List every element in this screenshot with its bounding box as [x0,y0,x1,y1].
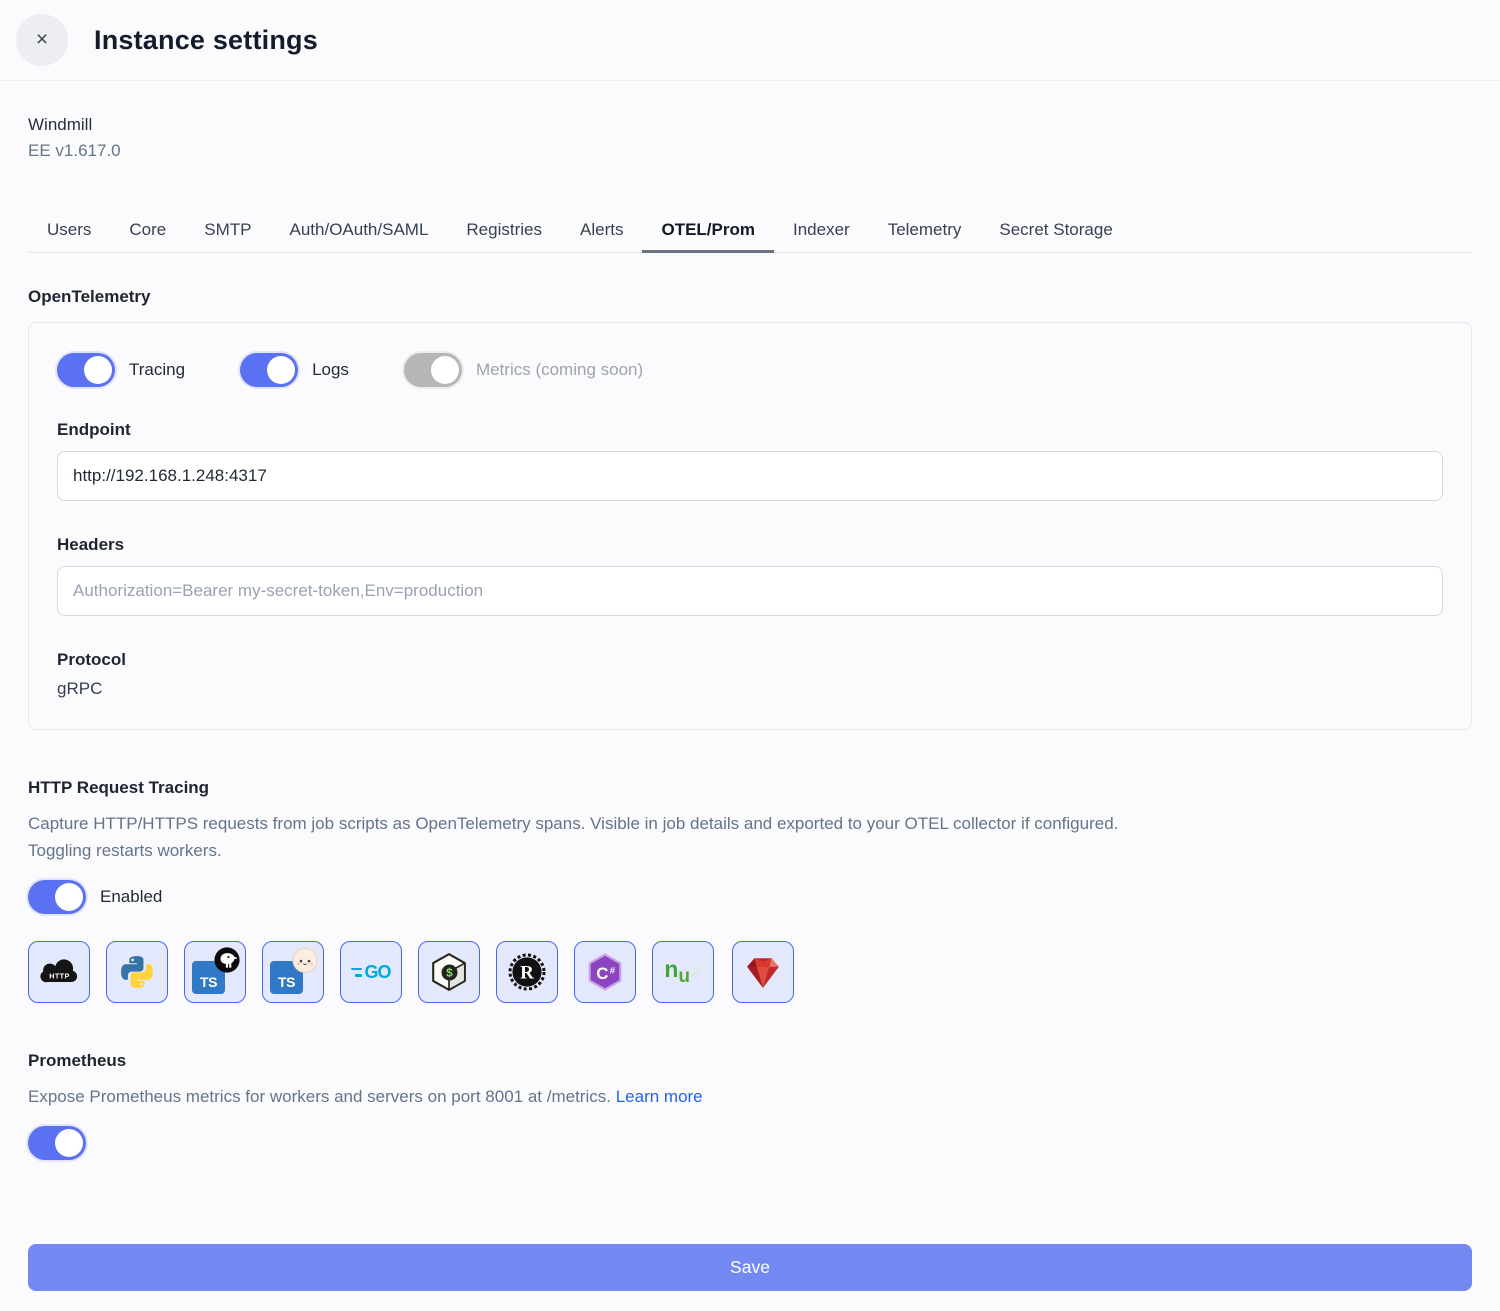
lang-nu-button[interactable]: nu> [652,941,714,1003]
go-letters: GO [364,962,390,983]
http-tracing-description: Capture HTTP/HTTPS requests from job scr… [28,810,1472,864]
otel-toggle-group-0: Tracing [57,353,185,387]
language-button-row: HTTP TS TS GO $ R C# nu> [28,941,1472,1003]
prometheus-toggle[interactable] [28,1126,86,1160]
section-title-prometheus: Prometheus [28,1051,1472,1071]
opentelemetry-panel: Tracing Logs Metrics (coming soon) Endpoin… [28,322,1472,730]
go-icon: GO [351,962,390,983]
page-title: Instance settings [94,25,318,56]
bun-badge-icon [292,947,318,973]
bash-icon: $ [430,952,468,992]
toggle-knob [84,356,112,384]
nu-letter-u: u [678,967,690,986]
svg-text:#: # [610,966,616,977]
save-button[interactable]: Save [28,1244,1472,1291]
otel-toggle-label: Logs [312,360,349,380]
lang-http-button[interactable]: HTTP [28,941,90,1003]
http-tracing-description-line1: Capture HTTP/HTTPS requests from job scr… [28,814,1118,833]
protocol-value: gRPC [57,679,1443,699]
svg-text:C: C [596,964,608,983]
tab-alerts[interactable]: Alerts [561,206,642,253]
svg-text:HTTP: HTTP [49,971,69,980]
close-button[interactable]: × [16,14,68,66]
otel-toggle-label: Metrics (coming soon) [476,360,643,380]
endpoint-input[interactable] [57,451,1443,501]
tab-bar: UsersCoreSMTPAuth/OAuth/SAMLRegistriesAl… [28,206,1472,253]
tab-auth-oauth-saml[interactable]: Auth/OAuth/SAML [271,206,448,253]
svg-text:R: R [520,963,534,984]
toggle-knob [431,356,459,384]
tab-secret-storage[interactable]: Secret Storage [980,206,1131,253]
otel-toggle-group-2: Metrics (coming soon) [404,353,643,387]
nu-letter-n: n [664,958,678,981]
lang-ruby-button[interactable] [732,941,794,1003]
app-version: EE v1.617.0 [28,138,1472,164]
lang-csharp-button[interactable]: C# [574,941,636,1003]
nu-icon: nu> [664,958,701,986]
otel-toggle-group-1: Logs [240,353,349,387]
otel-toggle-tracing[interactable] [57,353,115,387]
tab-telemetry[interactable]: Telemetry [869,206,981,253]
csharp-icon: C# [586,953,624,991]
otel-toggle-row: Tracing Logs Metrics (coming soon) [57,353,1443,387]
prometheus-description: Expose Prometheus metrics for workers an… [28,1083,1472,1110]
tab-smtp[interactable]: SMTP [185,206,270,253]
deno-icon: TS [192,950,238,994]
otel-toggle-metrics [404,353,462,387]
lang-bun-button[interactable]: TS [262,941,324,1003]
toggle-knob [267,356,295,384]
tab-otel-prom[interactable]: OTEL/Prom [642,206,774,253]
deno-badge-icon [214,947,240,973]
app-info: Windmill EE v1.617.0 [28,112,1472,164]
tab-users[interactable]: Users [28,206,110,253]
tab-indexer[interactable]: Indexer [774,206,869,253]
prometheus-toggle-row [28,1126,1472,1160]
section-title-http-tracing: HTTP Request Tracing [28,778,1472,798]
http-tracing-toggle[interactable] [28,880,86,914]
nu-prompt-arrow: > [690,962,702,982]
http-tracing-toggle-row: Enabled [28,880,1472,914]
endpoint-label: Endpoint [57,420,1443,440]
http-icon: HTTP [38,959,80,986]
lang-go-button[interactable]: GO [340,941,402,1003]
svg-text:$: $ [446,968,453,981]
app-name: Windmill [28,112,1472,138]
bun-icon: TS [270,950,316,994]
headers-label: Headers [57,535,1443,555]
otel-toggle-logs[interactable] [240,353,298,387]
modal-content: Windmill EE v1.617.0 UsersCoreSMTPAuth/O… [0,112,1500,1160]
otel-toggle-label: Tracing [129,360,185,380]
ruby-icon [744,954,782,990]
lang-rust-button[interactable]: R [496,941,558,1003]
section-title-opentelemetry: OpenTelemetry [28,287,1472,307]
learn-more-link[interactable]: Learn more [616,1087,703,1106]
lang-python-button[interactable] [106,941,168,1003]
tab-core[interactable]: Core [110,206,185,253]
headers-input[interactable] [57,566,1443,616]
python-icon [119,954,155,990]
lang-deno-button[interactable]: TS [184,941,246,1003]
rust-icon: R [507,952,547,992]
prometheus-description-text: Expose Prometheus metrics for workers an… [28,1087,611,1106]
http-tracing-toggle-label: Enabled [100,887,162,907]
toggle-knob [55,1129,83,1157]
tab-registries[interactable]: Registries [447,206,561,253]
close-icon: × [36,28,48,52]
protocol-label: Protocol [57,650,1443,670]
http-tracing-description-line2: Toggling restarts workers. [28,841,222,860]
lang-bash-button[interactable]: $ [418,941,480,1003]
go-speed-lines [351,968,362,977]
modal-header: × Instance settings [0,0,1500,81]
toggle-knob [55,883,83,911]
